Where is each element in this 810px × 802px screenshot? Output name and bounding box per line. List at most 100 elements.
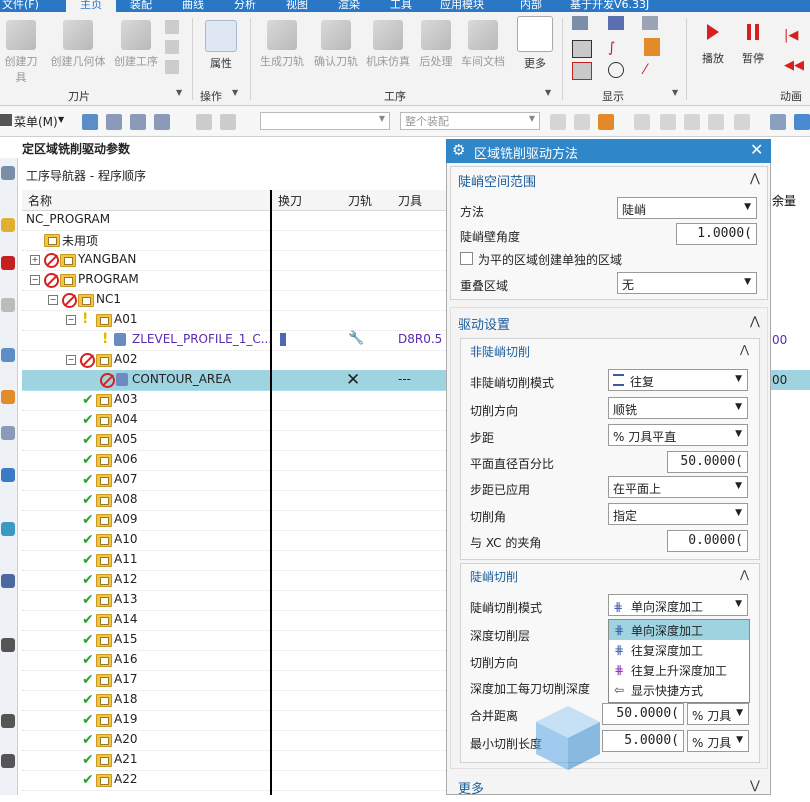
- tree-row[interactable]: ✔ A11: [22, 550, 450, 571]
- assembly-select[interactable]: 整个装配 ▼: [400, 112, 540, 130]
- chevron-up-icon[interactable]: ⋀: [750, 314, 760, 328]
- more-button[interactable]: 更多: [514, 16, 556, 71]
- collapse-icon[interactable]: −: [66, 315, 76, 325]
- operation-nav-icon[interactable]: [1, 348, 15, 362]
- nav-method-icon[interactable]: [154, 114, 170, 130]
- dropdown-option[interactable]: ⋕ 往复深度加工: [609, 640, 749, 660]
- method-select[interactable]: 陡峭 ▼: [617, 197, 757, 219]
- tool-display-icon[interactable]: [644, 38, 660, 56]
- flat-percent-input[interactable]: 50.0000(: [667, 451, 748, 473]
- tab-curve[interactable]: 曲线: [182, 0, 204, 12]
- tab-assembly[interactable]: 装配: [130, 0, 152, 12]
- machine-nav-icon[interactable]: [1, 390, 15, 404]
- web-icon[interactable]: [1, 468, 15, 482]
- copy-icon[interactable]: [165, 20, 179, 34]
- subsection-title[interactable]: 陡峭切削: [470, 568, 518, 585]
- tab-home[interactable]: 主页: [66, 0, 116, 12]
- tree-row[interactable]: ✔ A13: [22, 590, 450, 611]
- snap-icon[interactable]: [574, 114, 590, 130]
- display-icon[interactable]: [572, 16, 588, 30]
- tree-row[interactable]: ✔ A03: [22, 390, 450, 411]
- steep-mode-select[interactable]: ⋕ 单向深度加工 ▼: [608, 594, 748, 616]
- tab-file[interactable]: 文件(F): [2, 0, 39, 12]
- tree-row[interactable]: ✔ A05: [22, 430, 450, 451]
- tree-row[interactable]: ✔ A17: [22, 670, 450, 691]
- tree-row[interactable]: ! ZLEVEL_PROFILE_1_C... 🔧 D8R0.5: [22, 330, 450, 351]
- overlap-select[interactable]: 无 ▼: [617, 272, 757, 294]
- tab-apps[interactable]: 应用模块: [440, 0, 484, 12]
- dropdown-option[interactable]: ⇦ 显示快捷方式: [609, 680, 749, 700]
- filter-icon[interactable]: [196, 114, 212, 130]
- nonsteep-mode-select[interactable]: 往复 ▼: [608, 369, 748, 391]
- tree-row[interactable]: ✔ A09: [22, 510, 450, 531]
- tool-nav-icon[interactable]: [1, 426, 15, 440]
- line-icon[interactable]: ⁄: [644, 62, 660, 78]
- tree-row[interactable]: − ! A01: [22, 310, 450, 331]
- tab-view[interactable]: 视图: [286, 0, 308, 12]
- dropdown-option[interactable]: ⋕ 往复上升深度加工: [609, 660, 749, 680]
- postprocess-button[interactable]: 后处理: [416, 20, 456, 69]
- circle-icon[interactable]: [608, 62, 624, 78]
- step-back-icon[interactable]: ◀◀: [784, 58, 804, 73]
- tree-row[interactable]: ✔ A22: [22, 770, 450, 791]
- cut-angle-select[interactable]: 指定 ▼: [608, 503, 748, 525]
- curve-icon[interactable]: ∫: [608, 40, 624, 56]
- machine-sim-button[interactable]: 机床仿真: [364, 20, 412, 69]
- create-operation-button[interactable]: 创建工序: [112, 20, 160, 69]
- snap-icon[interactable]: [708, 114, 724, 130]
- nav-program-icon[interactable]: [82, 114, 98, 130]
- tree-row[interactable]: ✔ A04: [22, 410, 450, 431]
- tree-row[interactable]: + YANGBAN: [22, 250, 450, 271]
- column-tool[interactable]: 刀具: [398, 192, 422, 209]
- role-icon[interactable]: [1, 638, 15, 652]
- group-expand-icon[interactable]: ▼: [176, 88, 182, 97]
- section-title[interactable]: 驱动设置: [458, 314, 510, 338]
- display-icon[interactable]: [642, 16, 658, 30]
- system-icon[interactable]: [1, 754, 15, 768]
- tree-row[interactable]: ✔ A19: [22, 710, 450, 731]
- view-icon[interactable]: [794, 114, 810, 130]
- clock-icon[interactable]: [1, 574, 15, 588]
- snap-icon[interactable]: [550, 114, 566, 130]
- create-geometry-button[interactable]: 创建几何体: [50, 20, 106, 69]
- history-icon[interactable]: [1, 522, 15, 536]
- part-nav-icon[interactable]: [1, 298, 15, 312]
- paste-icon[interactable]: [165, 60, 179, 74]
- tree-row[interactable]: ✔ A10: [22, 530, 450, 551]
- tab-analysis[interactable]: 分析: [234, 0, 256, 12]
- more-section-title[interactable]: 更多: [458, 778, 484, 802]
- play-button[interactable]: 播放: [698, 22, 728, 66]
- group-expand-icon[interactable]: ▼: [672, 88, 678, 97]
- section-title[interactable]: 陡峭空间范围: [458, 171, 536, 195]
- snap-icon[interactable]: [734, 114, 750, 130]
- cut-direction-select[interactable]: 顺铣 ▼: [608, 397, 748, 419]
- snap-icon[interactable]: [634, 114, 650, 130]
- nav-geometry-icon[interactable]: [130, 114, 146, 130]
- filter-select[interactable]: ▼: [260, 112, 390, 130]
- column-toolpath[interactable]: 刀轨: [348, 192, 372, 209]
- constraint-icon[interactable]: [1, 256, 15, 270]
- assembly-nav-icon[interactable]: [1, 218, 15, 232]
- palette-icon[interactable]: [1, 714, 15, 728]
- column-tool-change[interactable]: 换刀: [278, 192, 302, 209]
- tab-tools[interactable]: 工具: [390, 0, 412, 12]
- cut-icon[interactable]: [165, 40, 179, 54]
- tree-row[interactable]: − NC1: [22, 290, 450, 311]
- shop-doc-button[interactable]: 车间文档: [458, 20, 508, 69]
- generate-toolpath-button[interactable]: 生成刀轨: [258, 20, 306, 69]
- snap-icon[interactable]: [660, 114, 676, 130]
- chevron-up-icon[interactable]: ⋀: [740, 568, 749, 581]
- tree-row[interactable]: ✔ A15: [22, 630, 450, 651]
- dropdown-option[interactable]: ⋕ 单向深度加工: [609, 620, 749, 640]
- stepover-applied-select[interactable]: 在平面上 ▼: [608, 476, 748, 498]
- flat-region-checkbox[interactable]: [460, 252, 473, 265]
- tree-row[interactable]: 未用项: [22, 230, 450, 251]
- min-length-input[interactable]: 5.0000(: [602, 730, 684, 752]
- tree-row[interactable]: ✔ A20: [22, 730, 450, 751]
- tree-row[interactable]: − A02: [22, 350, 450, 371]
- tree-row[interactable]: ✔ A06: [22, 450, 450, 471]
- collapse-icon[interactable]: −: [66, 355, 76, 365]
- tree-row[interactable]: ✔ A18: [22, 690, 450, 711]
- menu-button[interactable]: 菜单(M): [14, 113, 58, 130]
- verify-toolpath-button[interactable]: 确认刀轨: [312, 20, 360, 69]
